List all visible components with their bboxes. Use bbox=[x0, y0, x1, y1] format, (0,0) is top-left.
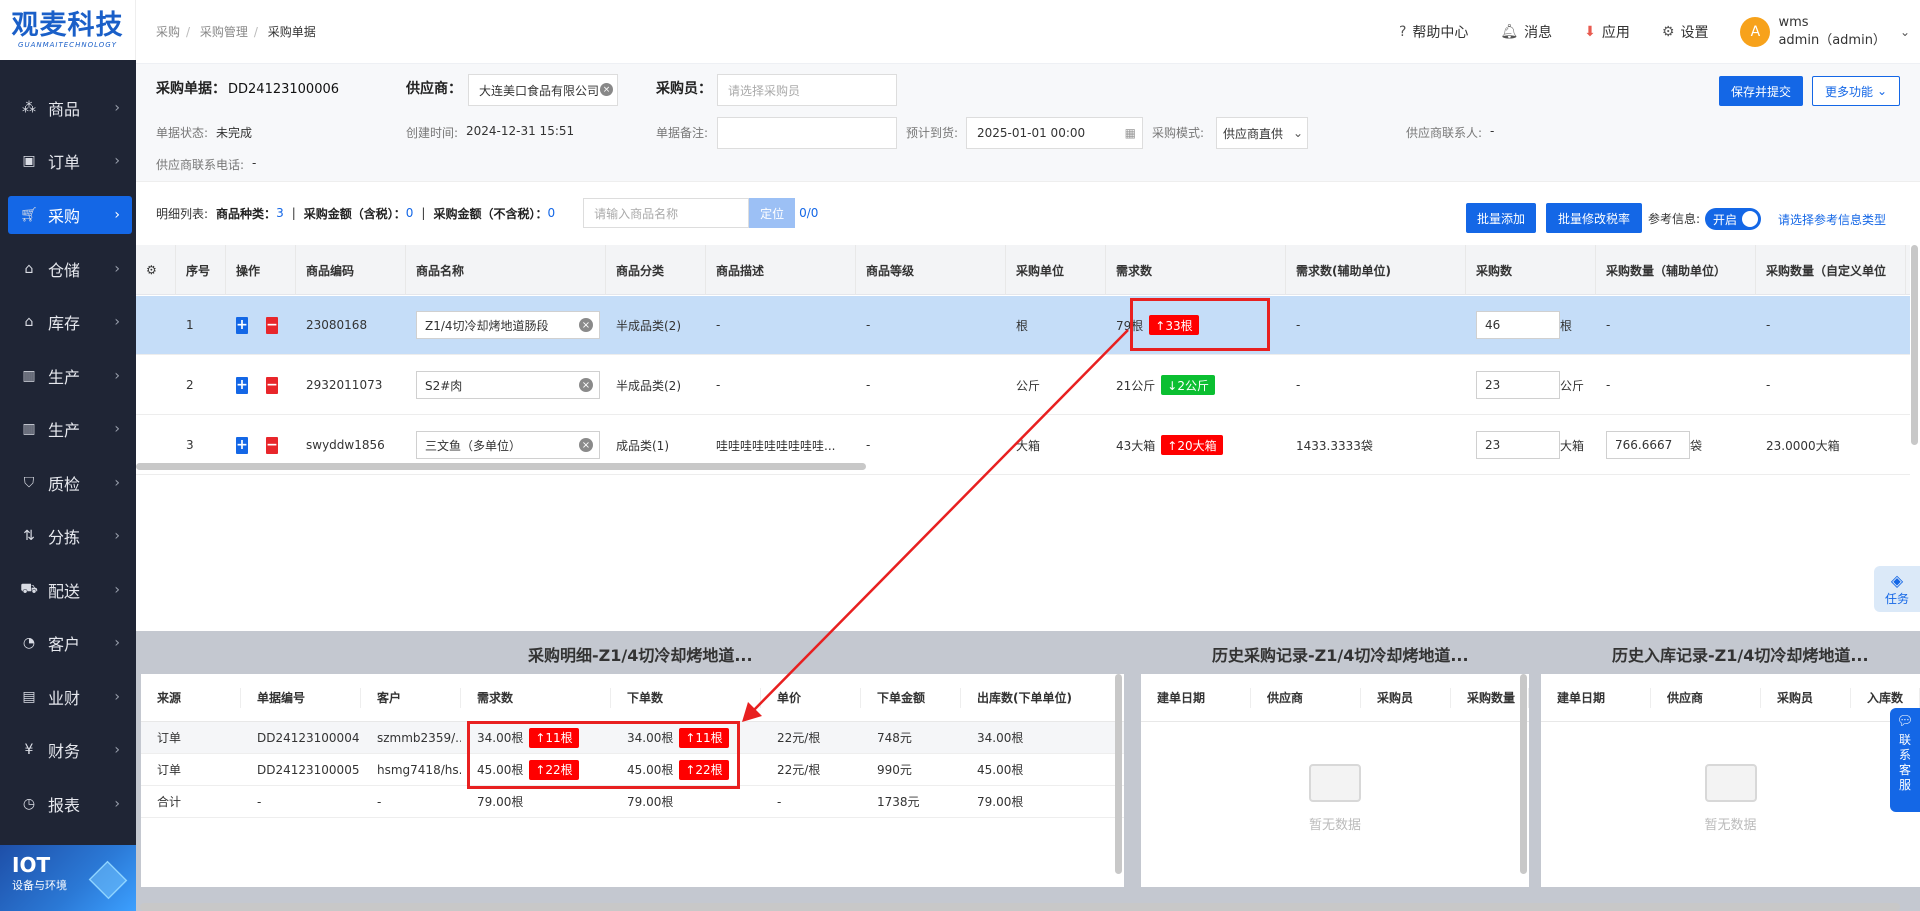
layers-icon: ◈ bbox=[1890, 571, 1904, 590]
task-label: 任务 bbox=[1884, 592, 1909, 606]
annotation-arrow bbox=[742, 329, 1129, 722]
service-label: 联系客服 bbox=[1898, 733, 1911, 792]
customer-service-button[interactable]: 💬︎ 联系客服 bbox=[1890, 708, 1920, 812]
task-button[interactable]: ◈ 任务 bbox=[1874, 566, 1920, 612]
chat-icon: 💬︎ bbox=[1896, 714, 1914, 729]
